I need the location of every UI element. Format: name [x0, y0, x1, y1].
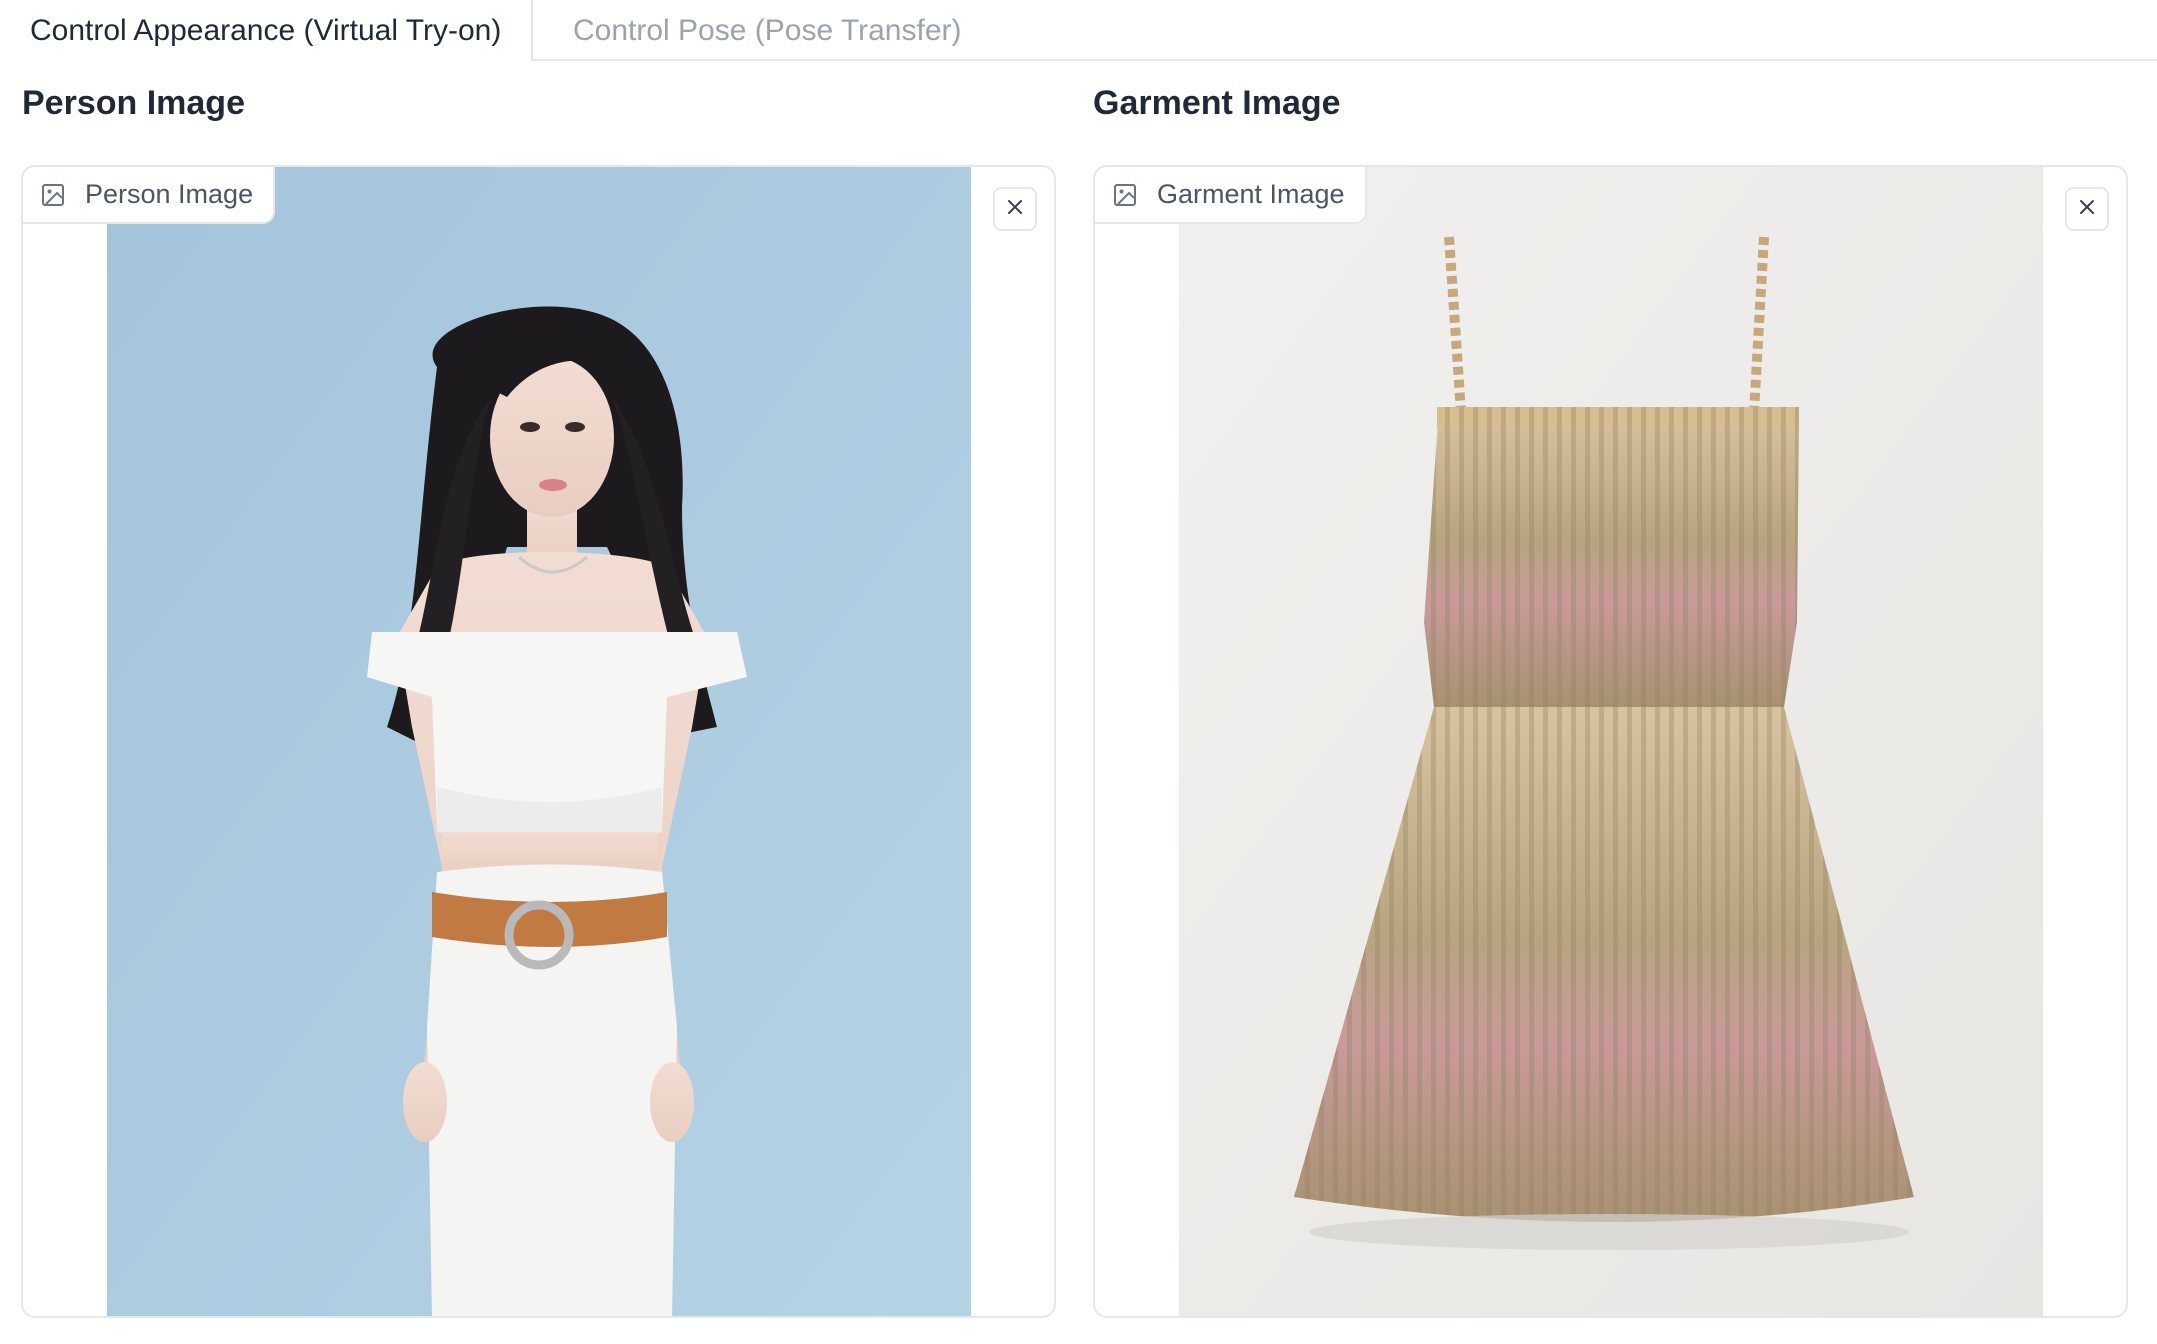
garment-image-panel[interactable]: Garment Image: [1093, 165, 2128, 1318]
person-photo: [107, 167, 971, 1316]
person-clear-button[interactable]: [993, 187, 1037, 231]
garment-clear-button[interactable]: [2065, 187, 2109, 231]
garment-photo: [1179, 167, 2043, 1316]
image-icon: [41, 183, 65, 207]
tab-label: Control Appearance (Virtual Try-on): [30, 13, 502, 47]
tab-bar: Control Appearance (Virtual Try-on) Cont…: [0, 0, 2157, 61]
garment-image-label: Garment Image: [1095, 167, 1367, 224]
close-icon: [2077, 197, 2097, 222]
garment-image-label-text: Garment Image: [1157, 179, 1345, 209]
person-image-label: Person Image: [23, 167, 276, 224]
person-image-panel[interactable]: Person Image: [21, 165, 1056, 1318]
close-icon: [1005, 197, 1025, 222]
tab-control-pose[interactable]: Control Pose (Pose Transfer): [533, 0, 962, 61]
image-icon: [1113, 183, 1137, 207]
person-image-title: Person Image: [22, 84, 245, 122]
tab-control-appearance[interactable]: Control Appearance (Virtual Try-on): [0, 0, 533, 61]
garment-image-title: Garment Image: [1093, 84, 1341, 122]
tab-label: Control Pose (Pose Transfer): [573, 13, 962, 47]
person-image-label-text: Person Image: [85, 179, 254, 209]
